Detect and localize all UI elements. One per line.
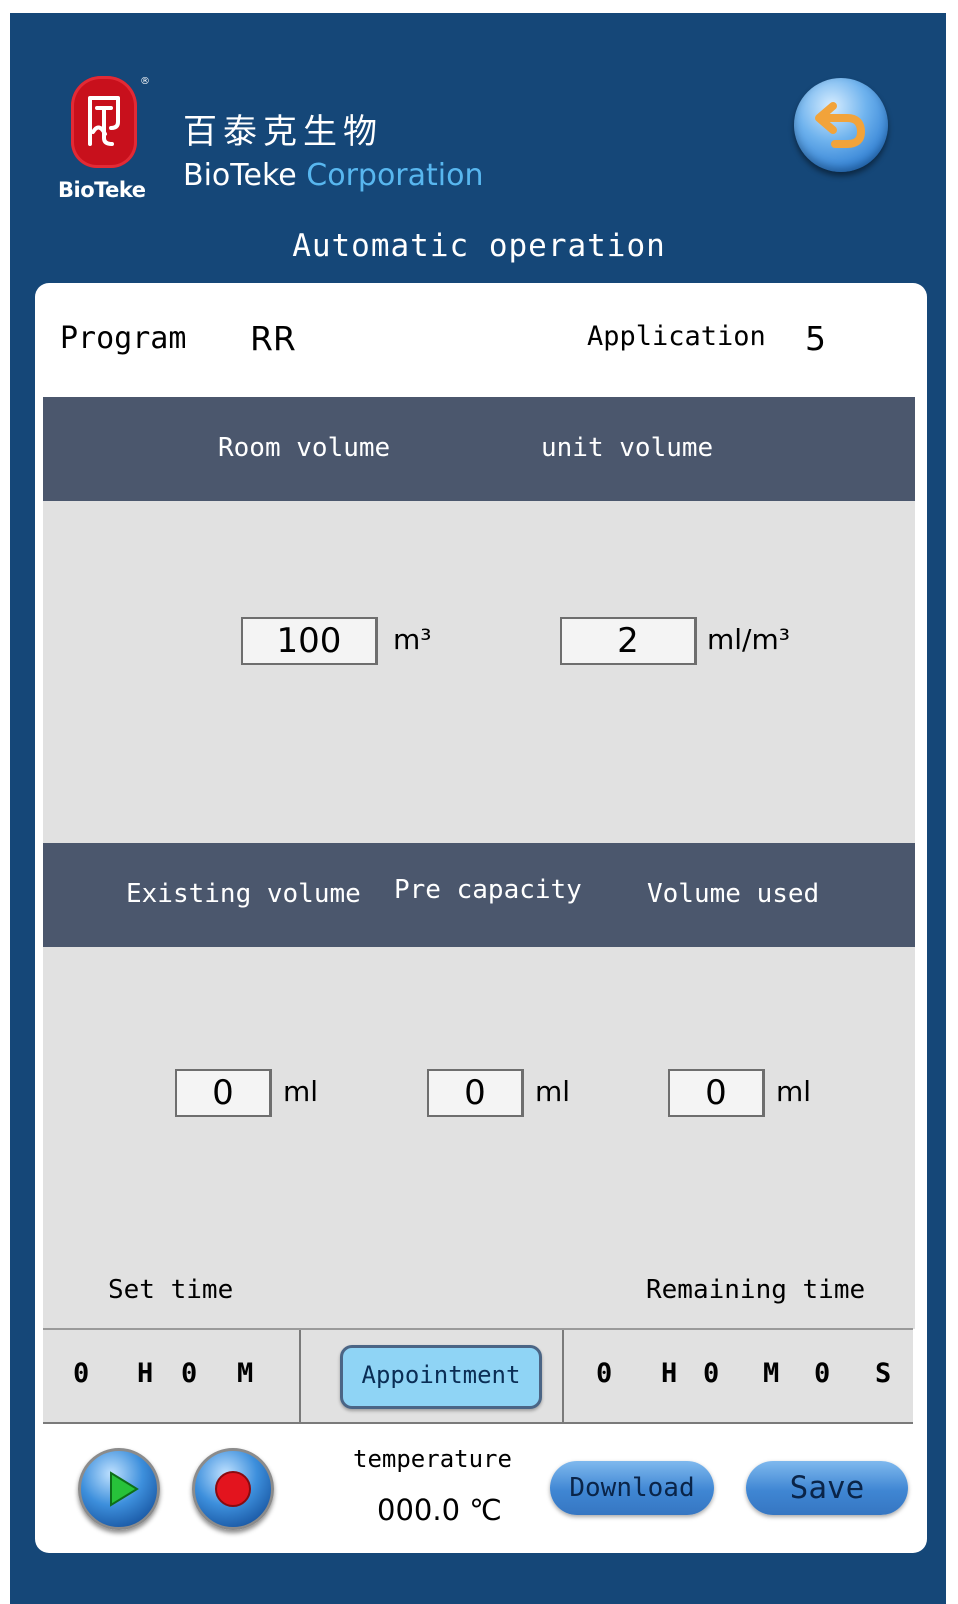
unit-volume-label: unit volume [541, 433, 714, 463]
unit-volume-unit: ml/m³ [707, 623, 790, 656]
pre-capacity-unit: ml [535, 1075, 571, 1108]
pre-capacity-input[interactable]: 0 [427, 1069, 524, 1117]
existing-volume-unit: ml [283, 1075, 319, 1108]
play-icon [110, 1471, 139, 1507]
brand-word-corporation: Corporation [306, 158, 484, 193]
stop-record-icon [215, 1471, 251, 1507]
bioteke-logo: ® BioTeke [48, 64, 168, 209]
brand-chinese-name: 百泰克生物 [183, 112, 383, 152]
existing-volume-label: Existing volume [126, 879, 361, 909]
set-time-label: Set time [108, 1275, 234, 1305]
application-value[interactable]: 5 [805, 319, 826, 358]
room-volume-unit: m³ [393, 623, 432, 656]
registered-mark: ® [140, 76, 150, 87]
volume-header-band: Room volume unit volume [43, 397, 915, 501]
existing-volume-input[interactable]: 0 [175, 1069, 272, 1117]
pre-capacity-label: Pre capacity [394, 875, 582, 905]
logo-text: BioTeke [58, 178, 146, 202]
remaining-time-label: Remaining time [646, 1275, 866, 1305]
remaining-minutes-unit: M [763, 1358, 780, 1389]
remaining-hours-value: 0 [596, 1358, 613, 1389]
set-hours-value[interactable]: 0 [73, 1358, 89, 1389]
volume-used-unit: ml [776, 1075, 812, 1108]
remaining-hours-unit: H [661, 1358, 678, 1389]
start-button[interactable] [78, 1448, 160, 1530]
page-title: Automatic operation [292, 228, 666, 264]
logo-seal-icon [71, 76, 137, 168]
time-divider-right [562, 1330, 564, 1422]
set-minutes-unit: M [237, 1358, 254, 1389]
program-value[interactable]: RR [250, 319, 296, 358]
room-volume-input[interactable]: 100 [241, 617, 378, 665]
remaining-seconds-unit: S [875, 1358, 892, 1389]
program-label: Program [60, 321, 187, 356]
time-row: 0 H 0 M Appointment 0 H 0 M 0 S [43, 1328, 913, 1424]
volume-used-label: Volume used [647, 879, 820, 909]
unit-volume-input[interactable]: 2 [560, 617, 697, 665]
back-arrow-icon [815, 102, 866, 148]
capacity-header-band: Existing volume Pre capacity Volume used [43, 843, 915, 947]
set-minutes-value[interactable]: 0 [181, 1358, 197, 1389]
save-button[interactable]: Save [746, 1461, 908, 1515]
temperature-value: 000.0 ℃ [377, 1493, 502, 1527]
time-divider-left [299, 1330, 301, 1422]
temperature-label: temperature [353, 1445, 512, 1473]
room-volume-label: Room volume [218, 433, 391, 463]
set-hours-unit: H [137, 1358, 154, 1389]
remaining-seconds-value: 0 [814, 1358, 831, 1389]
brand-english-name: BioTeke Corporation [183, 158, 483, 193]
stop-button[interactable] [192, 1448, 274, 1530]
back-button[interactable] [794, 78, 888, 172]
appointment-button[interactable]: Appointment [340, 1345, 542, 1409]
brand-word-bioteke: BioTeke [183, 158, 297, 193]
download-button[interactable]: Download [550, 1461, 714, 1515]
volume-input-area: 100 m³ 2 ml/m³ [43, 501, 915, 843]
main-panel: Program RR Application 5 Room volume uni… [35, 283, 927, 1553]
remaining-minutes-value: 0 [703, 1358, 720, 1389]
application-label: Application [587, 321, 766, 352]
volume-used-input[interactable]: 0 [668, 1069, 765, 1117]
capacity-input-area: 0 ml 0 ml 0 ml Set time Remaining time [43, 947, 915, 1329]
